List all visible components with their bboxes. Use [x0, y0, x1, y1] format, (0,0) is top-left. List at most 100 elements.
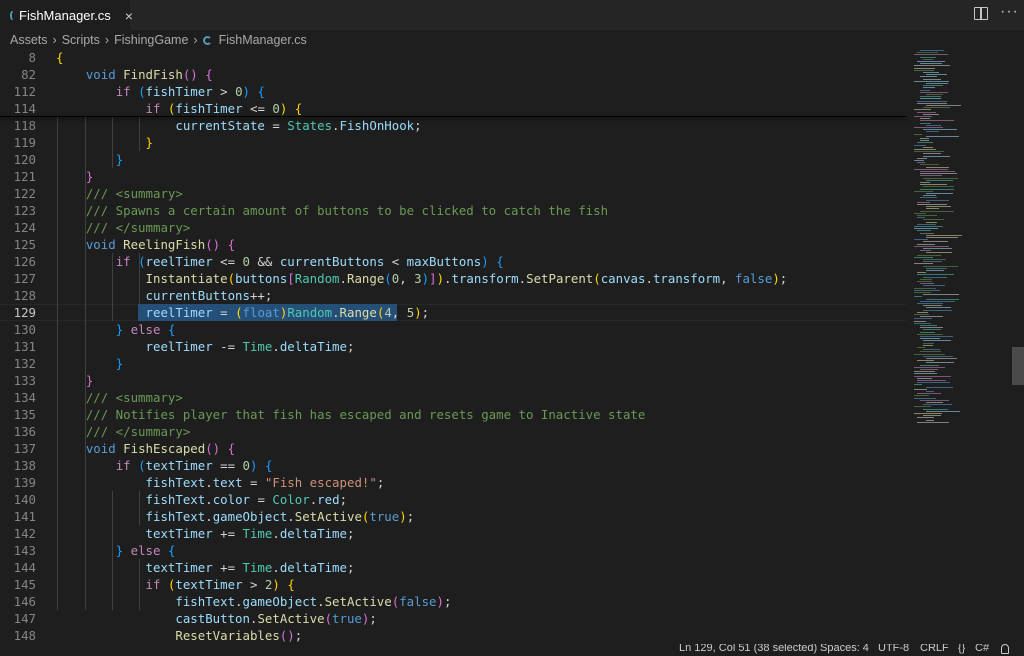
code-line[interactable]: 134 /// <summary> — [0, 389, 910, 406]
minimap-line — [917, 230, 931, 232]
minimap-line — [914, 353, 945, 355]
breadcrumb-scripts[interactable]: Scripts — [60, 33, 102, 47]
minimap-line — [914, 289, 940, 291]
tab-bar: FishManager.cs × ··· — [0, 0, 1024, 30]
code-line[interactable]: 124 /// </summary> — [0, 219, 910, 236]
code-token: . — [235, 594, 243, 609]
minimap-line — [914, 397, 936, 399]
minimap-line — [920, 351, 941, 353]
line-number: 135 — [13, 407, 36, 422]
sticky-code-line[interactable]: 82 void FindFish() { — [0, 66, 910, 83]
code-token: textTimer — [175, 577, 243, 592]
minimap-line — [920, 316, 943, 318]
code-text: textTimer += Time.deltaTime; — [56, 525, 355, 542]
code-line[interactable]: 118 currentState = States.FishOnHook; — [0, 117, 910, 134]
minimap-line — [923, 342, 934, 344]
scrollbar-thumb[interactable] — [1012, 347, 1024, 385]
code-line[interactable]: 146 fishText.gameObject.SetActive(false)… — [0, 593, 910, 610]
line-ending[interactable]: CRLF — [920, 644, 949, 654]
minimap-line — [920, 325, 937, 326]
minimap-line — [914, 190, 933, 192]
code-line[interactable]: 120 } — [0, 151, 910, 168]
code-token: ; — [346, 339, 355, 354]
minimap-line — [923, 309, 952, 311]
code-token: . — [332, 305, 340, 320]
breadcrumb-assets[interactable]: Assets — [8, 33, 50, 47]
language-mode[interactable]: C# — [975, 644, 989, 654]
code-token: ++; — [249, 288, 273, 303]
code-line[interactable]: 141 fishText.gameObject.SetActive(true); — [0, 508, 910, 525]
encoding[interactable]: UTF-8 — [878, 644, 909, 654]
line-number: 133 — [13, 373, 36, 388]
code-line[interactable]: 122 /// <summary> — [0, 185, 910, 202]
code-token: void — [85, 441, 116, 456]
indentation[interactable]: Spaces: 4 — [820, 644, 869, 654]
line-number: 145 — [13, 577, 36, 592]
breadcrumb: Assets › Scripts › FishingGame › FishMan… — [0, 30, 1024, 50]
code-line[interactable]: 131 reelTimer -= Time.deltaTime; — [0, 338, 910, 355]
sticky-code-line[interactable]: 112 if (fishTimer > 0) { — [0, 83, 910, 100]
breadcrumb-separator: › — [52, 33, 57, 47]
minimap-line — [914, 69, 934, 71]
code-line[interactable]: 125 void ReelingFish() { — [0, 236, 910, 253]
code-line[interactable]: 129 reelTimer = (float)Random.Range(4, 5… — [0, 304, 910, 321]
code-line[interactable]: 126 if (reelTimer <= 0 && currentButtons… — [0, 253, 910, 270]
code-token: currentButtons — [145, 288, 250, 303]
minimap-line — [917, 111, 936, 113]
code-line[interactable]: 128 currentButtons++; — [0, 287, 910, 304]
code-line[interactable]: 138 if (textTimer == 0) { — [0, 457, 910, 474]
minimap-line — [920, 369, 938, 370]
code-token: } — [145, 135, 153, 150]
code-token: ) — [421, 271, 430, 286]
code-line[interactable]: 136 /// </summary> — [0, 423, 910, 440]
cursor-position[interactable]: Ln 129, Col 51 (38 selected) — [679, 644, 817, 654]
minimap-line — [917, 243, 935, 245]
code-line[interactable]: 143 } else { — [0, 542, 910, 559]
code-line[interactable]: 142 textTimer += Time.deltaTime; — [0, 525, 910, 542]
minimap-line — [920, 171, 955, 172]
bell-icon[interactable] — [1001, 644, 1009, 654]
minimap-line — [923, 155, 950, 157]
line-number: 126 — [13, 254, 36, 269]
code-line[interactable]: 137 void FishEscaped() { — [0, 440, 910, 457]
minimap-line — [917, 142, 933, 144]
code-token: ResetVariables — [175, 628, 280, 643]
code-line[interactable]: 132 } — [0, 355, 910, 372]
code-line[interactable]: 127 Instantiate(buttons[Random.Range(0, … — [0, 270, 910, 287]
code-line[interactable]: 133 } — [0, 372, 910, 389]
line-number: 122 — [13, 186, 36, 201]
code-editor[interactable]: 118 currentState = States.FishOnHook; 119… — [0, 48, 910, 648]
minimap-line — [914, 413, 942, 414]
sticky-code-line[interactable]: 8{ — [0, 49, 910, 66]
sticky-code-line[interactable]: 114 if (fishTimer <= 0) { — [0, 100, 910, 117]
code-token: { — [257, 84, 265, 99]
more-actions-icon[interactable]: ··· — [1000, 3, 1019, 21]
code-line[interactable]: 139 fishText.text = "Fish escaped!"; — [0, 474, 910, 491]
code-token: SetActive — [324, 594, 392, 609]
code-line[interactable]: 121 } — [0, 168, 910, 185]
split-editor-icon[interactable] — [974, 7, 988, 20]
minimap[interactable] — [910, 48, 1010, 648]
breadcrumb-fishinggame[interactable]: FishingGame — [112, 33, 190, 47]
code-line[interactable]: 119 } — [0, 134, 910, 151]
code-line[interactable]: 135 /// Notifies player that fish has es… — [0, 406, 910, 423]
code-line[interactable]: 148 ResetVariables(); — [0, 627, 910, 644]
code-line[interactable]: 145 if (textTimer > 2) { — [0, 576, 910, 593]
tab-fishmanager[interactable]: FishManager.cs × — [0, 0, 133, 30]
code-line[interactable]: 144 textTimer += Time.deltaTime; — [0, 559, 910, 576]
code-line[interactable]: 130 } else { — [0, 321, 910, 338]
indent-guide — [139, 253, 140, 304]
code-line[interactable]: 147 castButton.SetActive(true); — [0, 610, 910, 627]
code-text: if (fishTimer <= 0) { — [56, 100, 303, 117]
code-line[interactable]: 123 /// Spawns a certain amount of butto… — [0, 202, 910, 219]
code-line[interactable]: 140 fishText.color = Color.red; — [0, 491, 910, 508]
close-icon[interactable]: × — [125, 8, 133, 24]
breadcrumb-file[interactable]: FishManager.cs — [217, 33, 309, 47]
sticky-scroll-shadow — [0, 116, 906, 117]
code-token: ; — [346, 560, 355, 575]
